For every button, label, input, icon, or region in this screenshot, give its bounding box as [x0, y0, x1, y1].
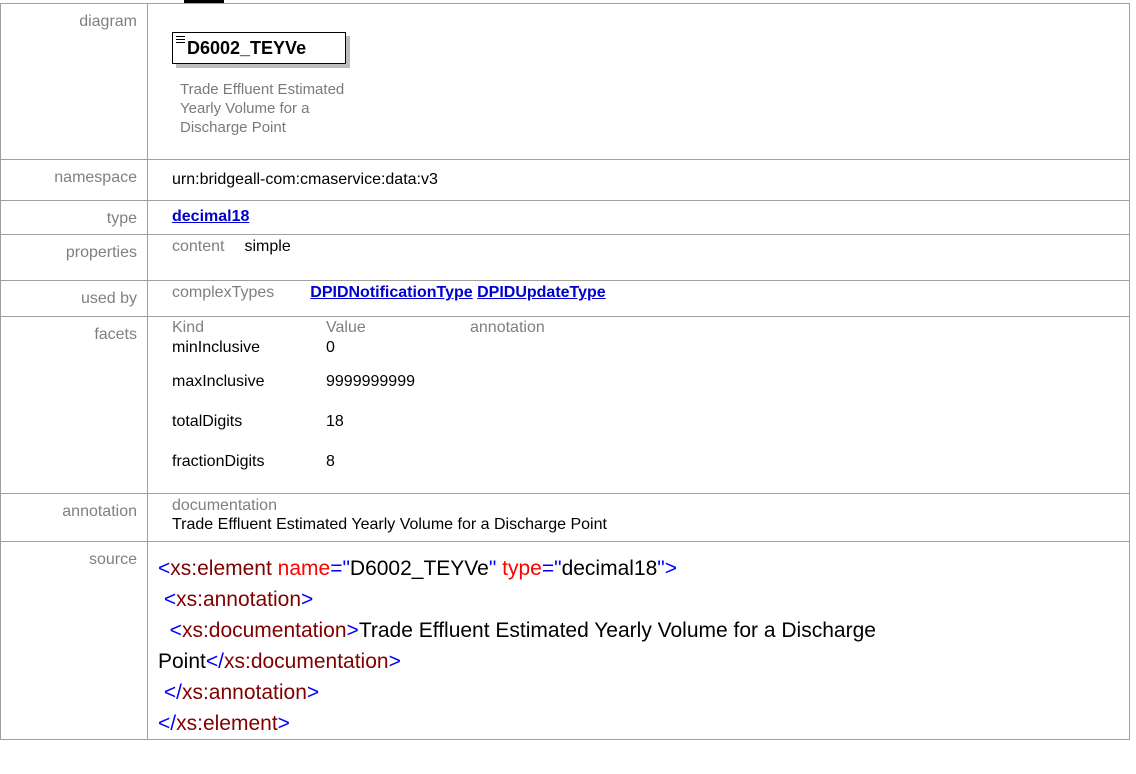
facet-kind: maxInclusive [172, 373, 265, 390]
diagram-doc-line: Yearly Volume for a [180, 100, 310, 117]
properties-row: properties content simple [0, 234, 1130, 281]
facets-header-value: Value [326, 319, 366, 336]
source-line: </xs:annotation> [163, 681, 320, 704]
diagram-label: diagram [0, 3, 148, 160]
facet-value: 8 [326, 453, 335, 470]
facet-value: 0 [326, 339, 335, 356]
source-line: <xs:documentation>Trade Effluent Estimat… [169, 619, 876, 642]
facets-header-kind: Kind [172, 319, 205, 336]
annotation-label: annotation [0, 493, 148, 542]
type-label: type [0, 200, 148, 235]
used-by-link[interactable]: DPIDUpdateType [477, 284, 606, 301]
used-by-cell: complexTypes DPIDNotificationType DPIDUpd… [147, 280, 1130, 317]
facets-label: facets [0, 316, 148, 494]
source-row: source <xs:element name="D6002_TEYVe" ty… [0, 541, 1130, 740]
property-key: content [172, 238, 225, 255]
element-diagram: D6002_TEYVe [172, 32, 352, 68]
facets-row: facets Kind Value annotation minInclusiv… [0, 316, 1130, 494]
facet-row: maxInclusive 9999999999 [172, 373, 1129, 413]
source-cell: <xs:element name="D6002_TEYVe" type="dec… [147, 541, 1130, 740]
source-label: source [0, 541, 148, 740]
diagram-cell: D6002_TEYVe Trade Effluent Estimated Yea… [147, 3, 1130, 160]
facet-kind: totalDigits [172, 413, 243, 430]
properties-cell: content simple [147, 234, 1130, 281]
facet-row: fractionDigits 8 [172, 453, 1129, 493]
used-by-link[interactable]: DPIDNotificationType [310, 284, 472, 301]
used-by-label: used by [0, 280, 148, 317]
facet-kind: minInclusive [172, 339, 261, 356]
source-line: <xs:annotation> [163, 588, 314, 611]
annotation-row: annotation documentation Trade Effluent … [0, 493, 1130, 542]
annotation-heading: documentation [172, 497, 277, 514]
facet-value: 9999999999 [326, 373, 415, 390]
used-by-row: used by complexTypes DPIDNotificationType… [0, 280, 1130, 317]
facets-cell: Kind Value annotation minInclusive 0 max… [147, 316, 1130, 494]
source-line: </xs:element> [158, 712, 290, 735]
type-link[interactable]: decimal18 [172, 208, 249, 225]
element-lines-icon [176, 36, 185, 45]
annotation-text: Trade Effluent Estimated Yearly Volume f… [172, 516, 607, 533]
facet-row: totalDigits 18 [172, 413, 1129, 453]
facet-row: minInclusive 0 [172, 337, 1129, 373]
type-cell: decimal18 [147, 200, 1130, 235]
diagram-documentation: Trade Effluent Estimated Yearly Volume f… [180, 80, 420, 137]
diagram-row: diagram D6002_TEYVe Trade Effluent Estim… [0, 3, 1130, 160]
used-by-kind: complexTypes [172, 284, 275, 301]
diagram-doc-line: Discharge Point [180, 119, 286, 136]
namespace-row: namespace urn:bridgeall-com:cmaservice:d… [0, 159, 1130, 201]
annotation-cell: documentation Trade Effluent Estimated Y… [147, 493, 1130, 542]
property-value: simple [244, 238, 291, 255]
facet-kind: fractionDigits [172, 453, 265, 470]
diagram-doc-line: Trade Effluent Estimated [180, 81, 345, 98]
namespace-label: namespace [0, 159, 148, 201]
element-box: D6002_TEYVe [172, 32, 346, 64]
element-name: D6002_TEYVe [187, 38, 307, 58]
source-line: Point</xs:documentation> [158, 650, 401, 673]
type-row: type decimal18 [0, 200, 1130, 235]
source-code: <xs:element name="D6002_TEYVe" type="dec… [158, 542, 1129, 739]
facet-value: 18 [326, 413, 344, 430]
properties-label: properties [0, 234, 148, 281]
facets-header-annotation: annotation [470, 319, 545, 336]
facets-header: Kind Value annotation [172, 317, 1129, 337]
namespace-value: urn:bridgeall-com:cmaservice:data:v3 [147, 159, 1130, 201]
source-line: <xs:element name="D6002_TEYVe" type="dec… [158, 557, 678, 580]
schema-doc-table: diagram D6002_TEYVe Trade Effluent Estim… [0, 3, 1130, 740]
